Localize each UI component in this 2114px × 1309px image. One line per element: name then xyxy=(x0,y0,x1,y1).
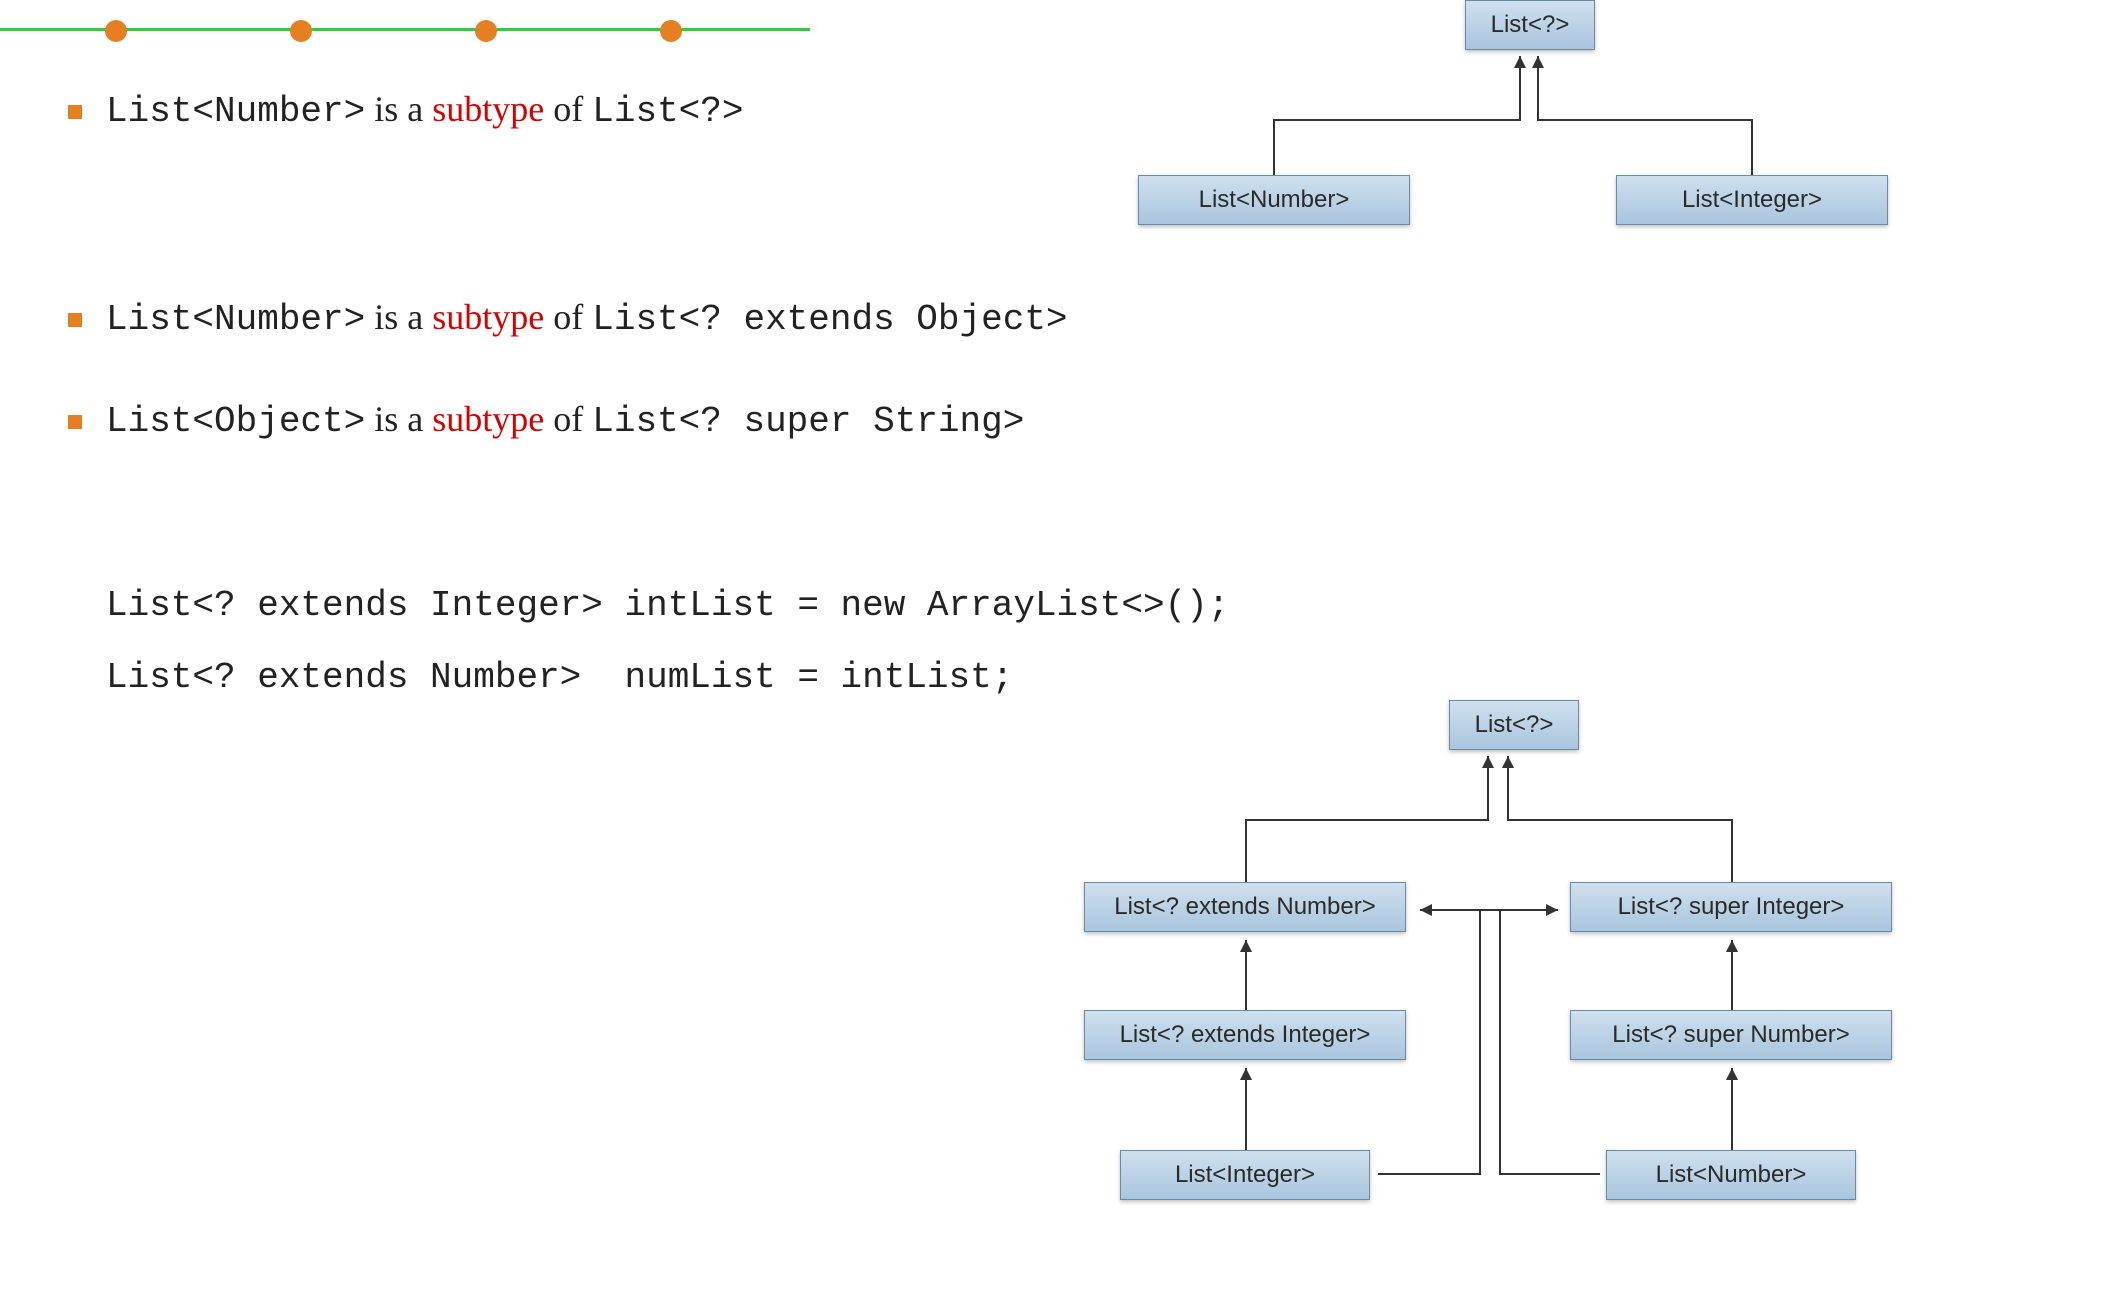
code-block: List<? extends Integer> intList = new Ar… xyxy=(106,570,1229,714)
text-span-red: subtype xyxy=(432,399,544,439)
bullet-3-text: List<Object> is a subtype of List<? supe… xyxy=(106,398,1024,442)
text-span: of xyxy=(544,297,592,337)
dot-icon xyxy=(105,20,127,42)
text-span-red: subtype xyxy=(432,89,544,129)
code-span: List<? super String> xyxy=(592,401,1024,442)
bullet-2-text: List<Number> is a subtype of List<? exte… xyxy=(106,296,1068,340)
diagram-box: List<? extends Number> xyxy=(1084,882,1406,932)
code-line-2: List<? extends Number> numList = intList… xyxy=(106,657,1013,698)
bullet-2: List<Number> is a subtype of List<? exte… xyxy=(68,296,1068,340)
bullet-icon xyxy=(68,415,82,429)
text-span: of xyxy=(544,89,592,129)
diagram-box: List<? super Number> xyxy=(1570,1010,1892,1060)
diagram-box: List<?> xyxy=(1449,700,1579,750)
bullet-3: List<Object> is a subtype of List<? supe… xyxy=(68,398,1024,442)
code-span: List<Object> xyxy=(106,401,365,442)
text-span: of xyxy=(544,399,592,439)
diagram-box: List<Integer> xyxy=(1120,1150,1370,1200)
diagram-box: List<Integer> xyxy=(1616,175,1888,225)
text-span-red: subtype xyxy=(432,297,544,337)
dot-icon xyxy=(290,20,312,42)
bullet-icon xyxy=(68,313,82,327)
diagram-2-arrows xyxy=(1084,700,1924,1220)
diagram-box: List<? extends Integer> xyxy=(1084,1010,1406,1060)
text-span: is a xyxy=(365,399,432,439)
code-line-1: List<? extends Integer> intList = new Ar… xyxy=(106,585,1229,626)
dot-icon xyxy=(475,20,497,42)
bullet-1-text: List<Number> is a subtype of List<?> xyxy=(106,88,743,132)
diagram-box: List<? super Integer> xyxy=(1570,882,1892,932)
diagram-box: List<Number> xyxy=(1606,1150,1856,1200)
dot-icon xyxy=(660,20,682,42)
code-span: List<?> xyxy=(592,91,743,132)
text-span: is a xyxy=(365,297,432,337)
code-span: List<Number> xyxy=(106,299,365,340)
diagram-box: List<?> xyxy=(1465,0,1595,50)
code-span: List<Number> xyxy=(106,91,365,132)
code-span: List<? extends Object> xyxy=(592,299,1067,340)
diagram-box: List<Number> xyxy=(1138,175,1410,225)
bullet-icon xyxy=(68,105,82,119)
bullet-1: List<Number> is a subtype of List<?> xyxy=(68,88,743,132)
text-span: is a xyxy=(365,89,432,129)
